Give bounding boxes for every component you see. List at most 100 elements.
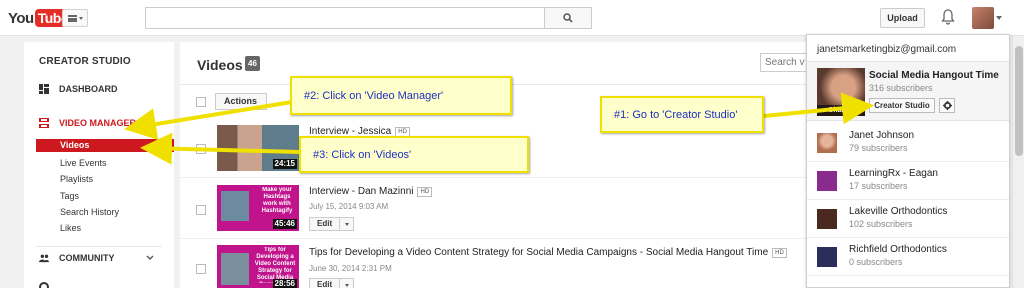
edit-button[interactable]: Edit — [309, 278, 355, 288]
search-icon — [563, 13, 573, 23]
account-menu: janetsmarketingbiz@gmail.com Change Soci… — [806, 34, 1010, 288]
select-all-checkbox[interactable] — [196, 97, 206, 107]
avatar — [817, 171, 837, 191]
creator-studio-button[interactable]: Creator Studio — [869, 98, 935, 113]
account-item[interactable]: Janet Johnson 79 subscribers — [807, 125, 1009, 162]
chevron-down-icon — [78, 16, 83, 20]
video-duration: 24:15 — [272, 159, 297, 169]
sidebar-item-video-manager[interactable]: VIDEO MANAGER — [24, 118, 174, 128]
account-subscribers: 0 subscribers — [849, 257, 903, 267]
chevron-down-icon[interactable] — [340, 279, 353, 288]
sidebar-item-likes[interactable]: Likes — [60, 223, 81, 233]
scrollbar-thumb[interactable] — [1015, 46, 1023, 156]
account-item[interactable]: Lakeville Orthodontics 102 subscribers — [807, 201, 1009, 238]
actions-dropdown[interactable]: Actions — [215, 93, 267, 110]
sidebar-item-playlists[interactable]: Playlists — [60, 174, 93, 184]
chevron-down-icon[interactable] — [996, 16, 1002, 20]
video-manager-icon — [39, 118, 49, 128]
settings-icon — [39, 282, 49, 288]
thumbnail-photo — [221, 253, 249, 285]
sidebar-item-label: DASHBOARD — [59, 84, 118, 94]
account-avatar[interactable] — [972, 7, 994, 29]
video-count-badge: 46 — [245, 56, 260, 71]
account-name: LearningRx - Eagan — [849, 168, 938, 179]
callout-step2: #2: Click on 'Video Manager' — [290, 76, 512, 115]
callout-text: #2: Click on 'Video Manager' — [304, 89, 444, 102]
page-title: Videos — [197, 57, 243, 73]
thumbnail-photo — [221, 191, 249, 221]
upload-button[interactable]: Upload — [880, 8, 925, 28]
account-subscribers: 17 subscribers — [849, 181, 908, 191]
sidebar-title: CREATOR STUDIO — [39, 56, 131, 67]
video-duration: 28:56 — [272, 279, 297, 288]
sidebar-item-live-events[interactable]: Live Events — [60, 158, 107, 168]
hd-badge: HD — [417, 187, 433, 197]
search-input[interactable] — [145, 7, 545, 29]
sidebar-item-label: Videos — [60, 140, 90, 150]
settings-button[interactable] — [939, 98, 955, 113]
hamburger-icon — [67, 14, 77, 22]
search-videos-input[interactable] — [760, 53, 810, 72]
video-title[interactable]: Tips for Developing a Video Content Stra… — [309, 247, 787, 258]
account-item[interactable]: LearningRx - Eagan 17 subscribers — [807, 163, 1009, 200]
hd-badge: HD — [772, 248, 787, 258]
callout-text: #1: Go to 'Creator Studio' — [614, 108, 738, 121]
gear-icon — [942, 101, 952, 110]
account-name: Lakeville Orthodontics — [849, 206, 948, 217]
top-bar: You Tube Upload — [0, 0, 1024, 36]
creator-studio-sidebar: CREATOR STUDIO DASHBOARD VIDEO MANAGER V… — [24, 42, 174, 288]
sidebar-item-videos[interactable]: Videos — [36, 139, 174, 152]
video-date: July 15, 2014 9:03 AM — [309, 202, 389, 211]
bell-icon[interactable] — [941, 9, 955, 25]
callout-step1: #1: Go to 'Creator Studio' — [600, 96, 764, 133]
video-thumbnail[interactable]: Tips for Developing a Video Content Stra… — [217, 245, 299, 288]
video-thumbnail[interactable]: Make your Hashtags work with Hashtagify … — [217, 185, 299, 231]
chevron-down-icon — [146, 255, 154, 260]
edit-label: Edit — [310, 279, 341, 288]
video-title[interactable]: Interview - Dan Mazinni HD — [309, 186, 433, 197]
callout-text: #3: Click on 'Videos' — [313, 148, 412, 161]
row-checkbox[interactable] — [196, 264, 206, 274]
sidebar-item-label: VIDEO MANAGER — [59, 118, 137, 128]
row-checkbox[interactable] — [196, 205, 206, 215]
video-duration: 45:46 — [272, 219, 297, 229]
avatar — [817, 247, 837, 267]
account-email: janetsmarketingbiz@gmail.com — [817, 44, 957, 55]
account-item[interactable]: Richfield Orthodontics 0 subscribers — [807, 239, 1009, 276]
account-subscribers: 102 subscribers — [849, 219, 913, 229]
video-thumbnail[interactable]: 24:15 — [217, 125, 299, 171]
guide-menu-button[interactable] — [62, 9, 88, 27]
page-scrollbar[interactable] — [1012, 36, 1024, 288]
sidebar-item-tags[interactable]: Tags — [60, 191, 79, 201]
account-subscribers: 79 subscribers — [849, 143, 908, 153]
sidebar-item-dashboard[interactable]: DASHBOARD — [24, 84, 174, 94]
people-icon — [39, 254, 49, 263]
sidebar-item-search-history[interactable]: Search History — [60, 207, 119, 217]
logo-you: You — [8, 9, 34, 27]
channel-name: Social Media Hangout Time — [869, 70, 999, 81]
dashboard-icon — [39, 84, 49, 94]
edit-button[interactable]: Edit — [309, 217, 355, 231]
avatar — [817, 133, 837, 153]
current-channel: Change Social Media Hangout Time 316 sub… — [807, 61, 1009, 121]
change-avatar-link[interactable]: Change — [817, 105, 865, 116]
thumbnail-text: Make your Hashtags work with Hashtagify — [261, 187, 293, 214]
search-button[interactable] — [544, 7, 592, 29]
video-title-text: Interview - Dan Mazinni — [309, 186, 414, 197]
account-name: Janet Johnson — [849, 130, 915, 141]
thumbnail-text: Tips for Developing a Video Content Stra… — [254, 247, 296, 283]
avatar — [817, 209, 837, 229]
divider — [180, 238, 810, 239]
video-title-text: Tips for Developing a Video Content Stra… — [309, 247, 769, 258]
account-name: Richfield Orthodontics — [849, 244, 947, 255]
chevron-down-icon[interactable] — [340, 218, 353, 230]
channel-avatar[interactable]: Change — [817, 68, 865, 116]
channel-subscribers: 316 subscribers — [869, 83, 933, 93]
edit-label: Edit — [310, 218, 341, 230]
sidebar-item-community[interactable]: COMMUNITY — [24, 253, 174, 263]
sidebar-item-label: COMMUNITY — [59, 253, 115, 263]
divider — [36, 246, 162, 247]
row-checkbox[interactable] — [196, 144, 206, 154]
video-date: June 30, 2014 2:31 PM — [309, 264, 392, 273]
divider — [180, 177, 810, 178]
